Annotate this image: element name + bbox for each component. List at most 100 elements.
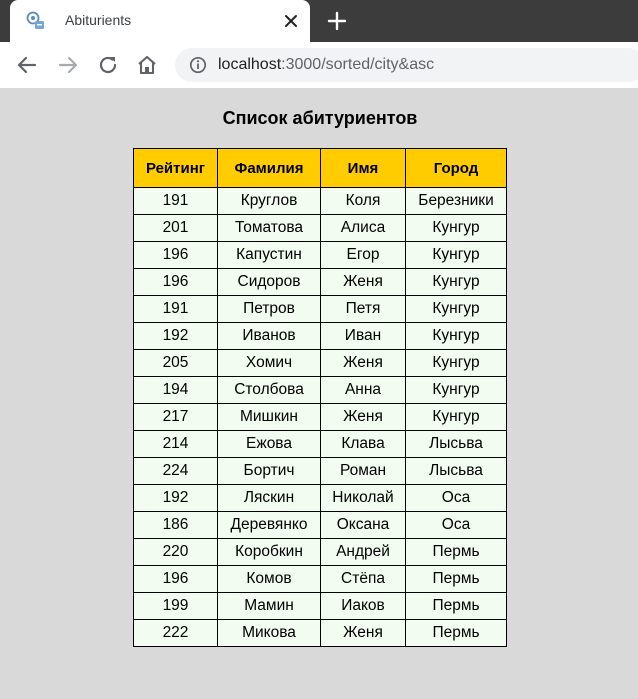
cell-rating: 191 — [133, 187, 218, 215]
cell-rating: 196 — [133, 565, 218, 593]
cell-city: Пермь — [405, 592, 507, 620]
url-text[interactable]: localhost:3000/sorted/city&asc — [218, 56, 434, 74]
close-icon[interactable] — [281, 11, 301, 31]
cell-city: Кунгур — [405, 268, 507, 296]
table-row: 192 Иванов Иван Кунгур — [133, 322, 507, 350]
address-bar[interactable]: localhost:3000/sorted/city&asc — [175, 48, 638, 82]
cell-surname: Бортич — [217, 457, 321, 485]
cell-surname: Круглов — [217, 187, 321, 215]
cell-city: Лысьва — [405, 457, 507, 485]
cell-surname: Мамин — [217, 592, 321, 620]
cell-name: Женя — [320, 619, 406, 647]
cell-city: Пермь — [405, 619, 507, 647]
table-row: 217 Мишкин Женя Кунгур — [133, 403, 507, 431]
cell-rating: 214 — [133, 430, 218, 458]
table-row: 196 Капустин Егор Кунгур — [133, 241, 507, 269]
cell-rating: 224 — [133, 457, 218, 485]
cell-surname: Иванов — [217, 322, 321, 350]
cell-name: Анна — [320, 376, 406, 404]
cell-rating: 217 — [133, 403, 218, 431]
cell-surname: Петров — [217, 295, 321, 323]
table-row: 196 Комов Стёпа Пермь — [133, 565, 507, 593]
cell-rating: 196 — [133, 241, 218, 269]
browser-tab[interactable]: Abiturients — [10, 0, 310, 42]
cell-name: Женя — [320, 403, 406, 431]
cell-surname: Ежова — [217, 430, 321, 458]
table-body: 191 Круглов Коля Березники 201 Томатова Алиса К… — [133, 187, 507, 647]
cell-rating: 194 — [133, 376, 218, 404]
cell-name: Андрей — [320, 538, 406, 566]
cell-city: Березники — [405, 187, 507, 215]
cell-name: Роман — [320, 457, 406, 485]
cell-name: Стёпа — [320, 565, 406, 593]
cell-city: Лысьва — [405, 430, 507, 458]
cell-name: Оксана — [320, 511, 406, 539]
table-row: 222 Микова Женя Пермь — [133, 619, 507, 647]
forward-arrow-icon[interactable] — [56, 53, 80, 77]
cell-name: Женя — [320, 349, 406, 377]
table-row: 224 Бортич Роман Лысьва — [133, 457, 507, 485]
info-icon[interactable] — [189, 56, 207, 74]
url-host: localhost — [218, 56, 282, 73]
cell-name: Клава — [320, 430, 406, 458]
cell-rating: 201 — [133, 214, 218, 242]
cell-rating: 205 — [133, 349, 218, 377]
cell-city: Кунгур — [405, 349, 507, 377]
cell-rating: 191 — [133, 295, 218, 323]
cell-city: Кунгур — [405, 295, 507, 323]
table-row: 214 Ежова Клава Лысьва — [133, 430, 507, 458]
cell-name: Николай — [320, 484, 406, 512]
cell-name: Иван — [320, 322, 406, 350]
cell-city: Оса — [405, 511, 507, 539]
table-row: 201 Томатова Алиса Кунгур — [133, 214, 507, 242]
cell-city: Кунгур — [405, 322, 507, 350]
url-path: :3000/sorted/city&asc — [281, 56, 435, 73]
app-favicon-icon — [26, 11, 44, 29]
table-row: 220 Коробкин Андрей Пермь — [133, 538, 507, 566]
cell-surname: Столбова — [217, 376, 321, 404]
cell-surname: Коробкин — [217, 538, 321, 566]
header-name[interactable]: Имя — [320, 148, 406, 188]
browser-toolbar: localhost:3000/sorted/city&asc — [0, 42, 638, 88]
header-surname[interactable]: Фамилия — [217, 148, 321, 188]
cell-surname: Комов — [217, 565, 321, 593]
cell-city: Кунгур — [405, 214, 507, 242]
cell-surname: Деревянко — [217, 511, 321, 539]
applicants-table: Рейтинг Фамилия Имя Город 191 Круглов Коля… — [133, 148, 507, 647]
table-row: 194 Столбова Анна Кунгур — [133, 376, 507, 404]
cell-name: Женя — [320, 268, 406, 296]
cell-rating: 222 — [133, 619, 218, 647]
cell-name: Алиса — [320, 214, 406, 242]
tab-strip: Abiturients — [0, 0, 638, 42]
table-row: 199 Мамин Иаков Пермь — [133, 592, 507, 620]
cell-surname: Хомич — [217, 349, 321, 377]
cell-rating: 186 — [133, 511, 218, 539]
back-arrow-icon[interactable] — [15, 53, 39, 77]
cell-rating: 192 — [133, 322, 218, 350]
cell-rating: 220 — [133, 538, 218, 566]
cell-rating: 192 — [133, 484, 218, 512]
cell-surname: Сидоров — [217, 268, 321, 296]
cell-surname: Ляскин — [217, 484, 321, 512]
cell-name: Егор — [320, 241, 406, 269]
home-icon[interactable] — [135, 53, 159, 77]
cell-city: Оса — [405, 484, 507, 512]
cell-surname: Капустин — [217, 241, 321, 269]
cell-city: Кунгур — [405, 241, 507, 269]
cell-name: Иаков — [320, 592, 406, 620]
table-row: 186 Деревянко Оксана Оса — [133, 511, 507, 539]
header-city[interactable]: Город — [405, 148, 507, 188]
reload-icon[interactable] — [96, 53, 120, 77]
cell-city: Пермь — [405, 538, 507, 566]
page-content: Список абитуриентов Рейтинг Фамилия Имя … — [0, 88, 638, 699]
table-row: 205 Хомич Женя Кунгур — [133, 349, 507, 377]
cell-rating: 199 — [133, 592, 218, 620]
cell-name: Петя — [320, 295, 406, 323]
header-rating[interactable]: Рейтинг — [133, 148, 218, 188]
table-row: 196 Сидоров Женя Кунгур — [133, 268, 507, 296]
table-row: 191 Петров Петя Кунгур — [133, 295, 507, 323]
page-title: Список абитуриентов — [222, 108, 418, 128]
plus-icon[interactable] — [326, 10, 348, 32]
cell-surname: Томатова — [217, 214, 321, 242]
tab-title: Abiturients — [65, 12, 132, 28]
